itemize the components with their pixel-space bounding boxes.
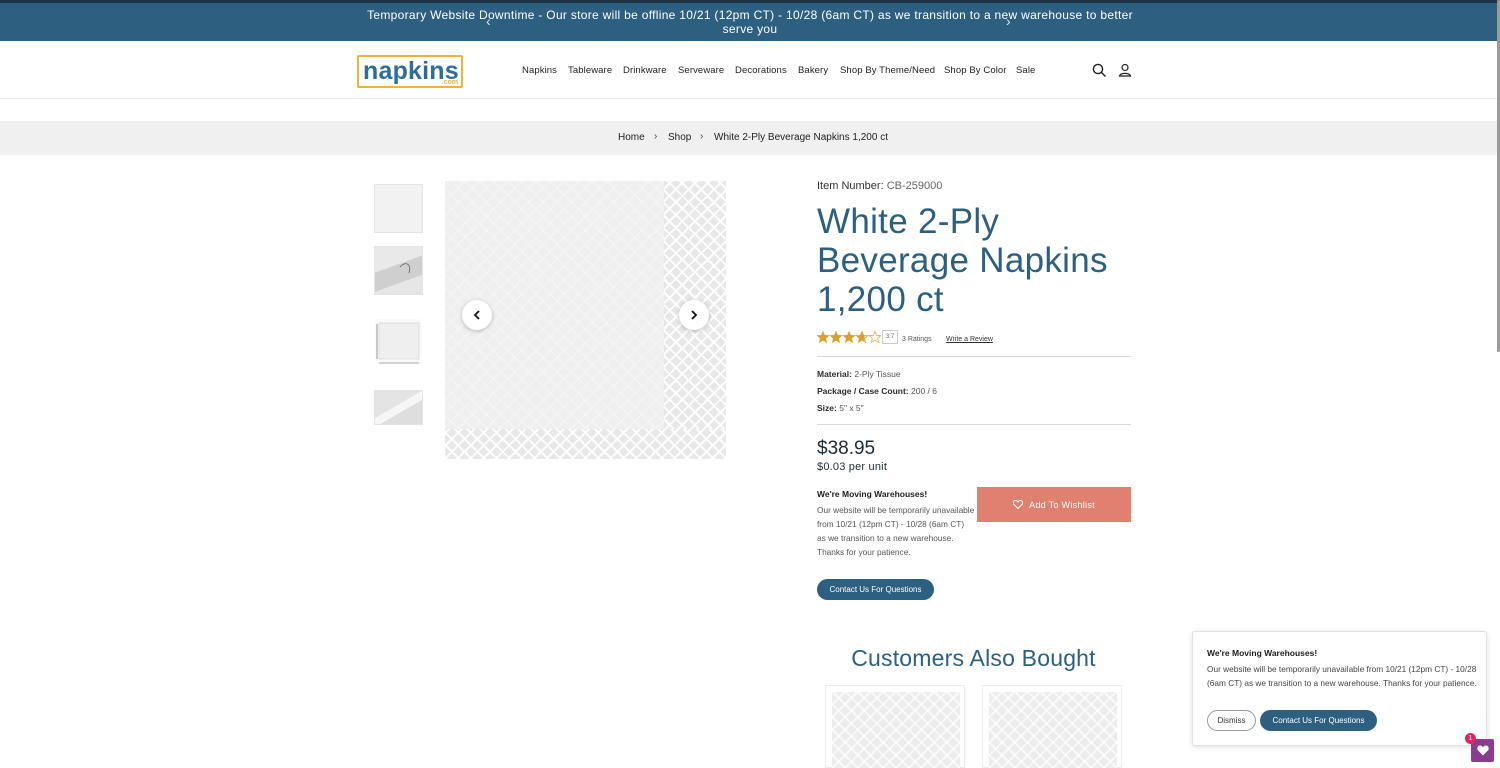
site-header: napkins .com Napkins Tableware Drinkware… [0,41,1500,99]
thumbnail-2[interactable] [374,246,423,295]
product-card[interactable] [982,685,1122,768]
breadcrumb: Home › Shop › White 2-Ply Beverage Napki… [0,121,1500,155]
chevron-right-icon[interactable]: › [1006,14,1011,28]
write-review-link[interactable]: Write a Review [946,336,993,343]
item-number-label: Item Number: [817,180,884,192]
also-bought-heading: Customers Also Bought [851,645,1096,671]
breadcrumb-current: White 2-Ply Beverage Napkins 1,200 ct [714,132,888,143]
product-card-image [832,692,960,768]
account-icon[interactable] [1117,62,1133,78]
breadcrumb-home[interactable]: Home [618,132,645,143]
gallery-prev-button[interactable] [462,300,492,330]
spec-value: 2-Ply Tissue [854,369,901,379]
heart-icon [1476,745,1489,756]
divider [817,424,1131,425]
spec-material: Material: 2-Ply Tissue [817,369,901,379]
notice-heading: We're Moving Warehouses! [817,489,928,499]
chevron-left-icon [473,310,480,320]
thumbnail-3[interactable] [374,318,423,364]
breadcrumb-shop[interactable]: Shop [668,132,691,143]
contact-us-button[interactable]: Contact Us For Questions [817,579,934,600]
star-rating [816,330,882,347]
thumbnail-graphic [399,263,411,274]
warehouse-notice-popup: We're Moving Warehouses! Our website wil… [1192,631,1487,746]
spec-case-count: Package / Case Count: 200 / 6 [817,386,937,396]
nav-item-shop-by-color[interactable]: Shop By Color [944,65,1007,76]
logo-suffix: .com [441,79,458,86]
ratings-count[interactable]: 3 Ratings [902,336,932,343]
announcement-text: Temporary Website Downtime - Our store w… [367,8,1133,36]
stars-icon [816,330,882,344]
heart-icon [1013,500,1024,509]
breadcrumb-separator: › [700,131,704,142]
nav-item-tableware[interactable]: Tableware [568,65,612,76]
search-icon[interactable] [1091,62,1107,78]
wishlist-count-badge: 1 [1465,733,1476,744]
nav-item-shop-by-theme[interactable]: Shop By Theme/Need [840,65,935,76]
thumbnail-graphic [376,322,420,364]
nav-item-sale[interactable]: Sale [1016,65,1035,76]
wishlist-label: Add To Wishlist [1029,499,1095,510]
thumbnail-1[interactable] [374,184,423,233]
chevron-left-icon[interactable]: ‹ [486,14,491,28]
product-title: White 2-Ply Beverage Napkins 1,200 ct [817,202,1108,319]
popup-contact-button[interactable]: Contact Us For Questions [1260,710,1377,731]
nav-item-bakery[interactable]: Bakery [798,65,828,76]
spec-label: Package / Case Count: [817,386,909,396]
wishlist-fab[interactable] [1471,739,1494,762]
rating-value: 3.7 [882,330,898,344]
thumbnail-4[interactable] [374,390,423,425]
napkin-border-pattern [445,429,726,459]
product-card-image [989,692,1117,768]
item-number-value: CB-259000 [886,180,943,192]
popup-body: Our website will be temporarily unavaila… [1207,664,1477,688]
spec-size: Size: 5" x 5" [817,403,864,413]
gallery-next-button[interactable] [679,300,709,330]
breadcrumb-separator: › [654,131,658,142]
chevron-right-icon [691,310,698,320]
nav-item-drinkware[interactable]: Drinkware [623,65,667,76]
add-to-wishlist-button[interactable]: Add To Wishlist [977,487,1131,522]
product-card[interactable] [825,685,965,768]
spec-label: Size: [817,403,837,413]
announcement-bar: Temporary Website Downtime - Our store w… [0,3,1500,41]
item-number: Item Number: CB-259000 [817,180,942,192]
nav-item-serveware[interactable]: Serveware [678,65,724,76]
spec-value: 200 / 6 [911,386,938,396]
site-logo[interactable]: napkins .com [357,55,463,88]
unit-price: $0.03 per unit [817,461,888,473]
nav-item-napkins[interactable]: Napkins [522,65,557,76]
divider [817,356,1131,357]
nav-item-decorations[interactable]: Decorations [735,65,787,76]
spec-value: 5" x 5" [839,403,864,413]
spec-label: Material: [817,369,852,379]
notice-body: Our website will be temporarily unavaila… [817,505,975,557]
popup-heading: We're Moving Warehouses! [1207,648,1318,658]
dismiss-button[interactable]: Dismiss [1207,710,1256,731]
product-price: $38.95 [817,438,876,459]
